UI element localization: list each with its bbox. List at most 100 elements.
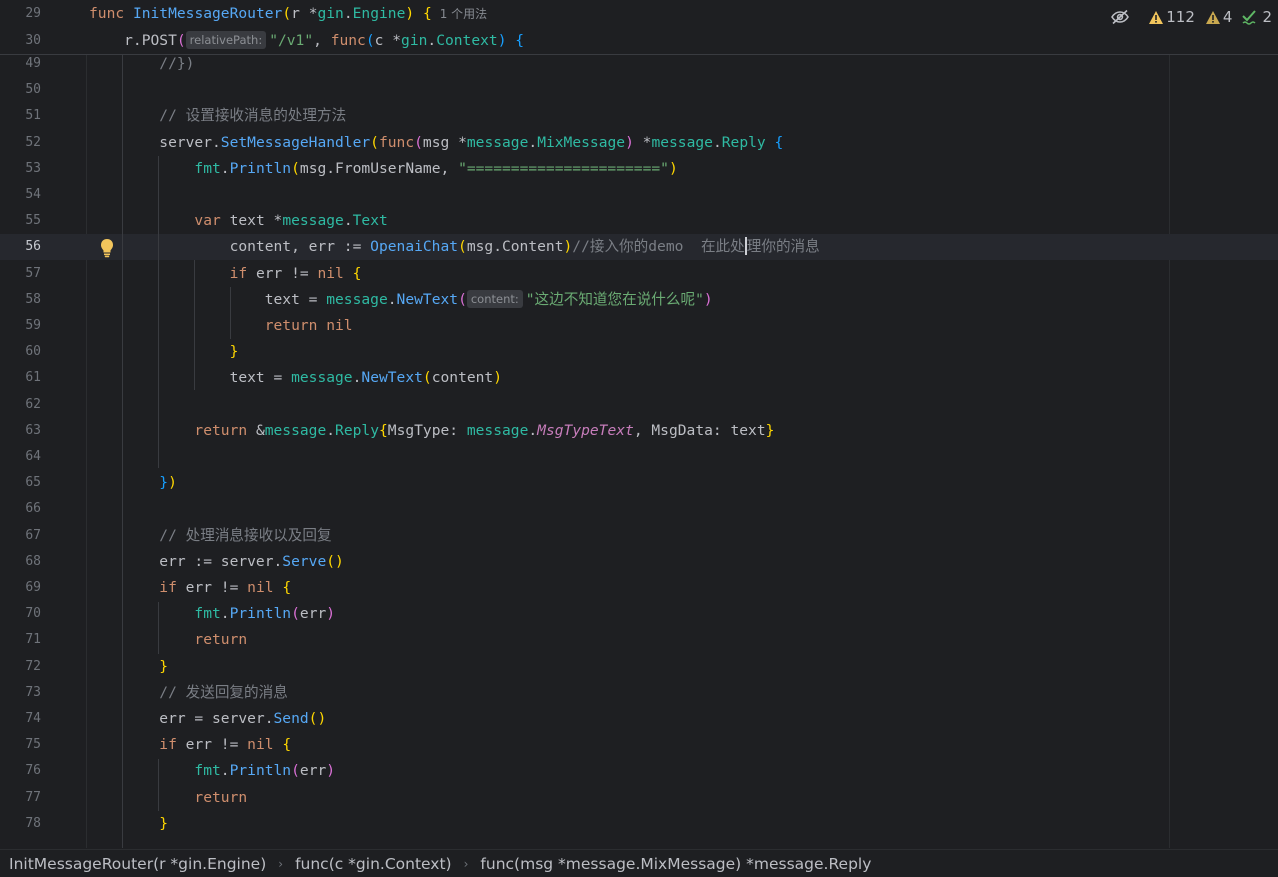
line-number[interactable]: 65 <box>0 470 41 496</box>
breadcrumb-item-init-router[interactable]: InitMessageRouter(r *gin.Engine) <box>9 855 266 873</box>
code-line-61[interactable]: 61 text = message.NewText(content) <box>0 365 1278 391</box>
line-number[interactable]: 62 <box>0 392 41 418</box>
weak-warnings-indicator[interactable]: 4 <box>1205 8 1232 26</box>
line-number[interactable]: 59 <box>0 313 41 339</box>
line-number[interactable]: 60 <box>0 339 41 365</box>
code-text[interactable]: func InitMessageRouter(r *gin.Engine) {1… <box>89 1 487 27</box>
line-number[interactable]: 52 <box>0 130 41 156</box>
line-number[interactable]: 70 <box>0 601 41 627</box>
code-token: nil <box>326 317 353 334</box>
code-token: . <box>712 133 722 151</box>
code-editor[interactable]: 29 func InitMessageRouter(r *gin.Engine) … <box>0 0 1278 877</box>
code-text[interactable]: } <box>89 811 168 837</box>
breadcrumb-item-func-context[interactable]: func(c *gin.Context) <box>295 855 452 873</box>
code-line-78[interactable]: 78 } <box>0 811 1278 837</box>
code-text[interactable]: }) <box>89 470 177 496</box>
code-text[interactable]: if err != nil { <box>89 732 291 758</box>
line-number[interactable]: 66 <box>0 496 41 522</box>
code-line-52[interactable]: 52 server.SetMessageHandler(func(msg *me… <box>0 130 1278 156</box>
line-number[interactable]: 71 <box>0 627 41 653</box>
code-text[interactable]: return nil <box>89 313 353 339</box>
code-line-73[interactable]: 73 // 发送回复的消息 <box>0 680 1278 706</box>
breadcrumb-item-func-message-handler[interactable]: func(msg *message.MixMessage) *message.R… <box>480 855 871 873</box>
code-line-55[interactable]: 55 var text *message.Text <box>0 208 1278 234</box>
code-text[interactable]: text = message.NewText(content: "这边不知道您在说… <box>89 287 713 313</box>
typos-indicator[interactable]: 2 <box>1242 8 1272 26</box>
line-number[interactable]: 72 <box>0 654 41 680</box>
usages-inlay[interactable]: 1 个用法 <box>440 7 487 21</box>
code-text[interactable]: server.SetMessageHandler(func(msg *messa… <box>89 130 783 156</box>
line-number[interactable]: 61 <box>0 365 41 391</box>
code-line-29[interactable]: 29 func InitMessageRouter(r *gin.Engine) … <box>0 1 1278 27</box>
line-number[interactable]: 58 <box>0 287 41 313</box>
code-token: server. <box>89 133 221 151</box>
code-line-59[interactable]: 59 return nil <box>0 313 1278 339</box>
line-number[interactable]: 69 <box>0 575 41 601</box>
code-line-67[interactable]: 67 // 处理消息接收以及回复 <box>0 523 1278 549</box>
line-number[interactable]: 56 <box>0 234 41 260</box>
code-line-68[interactable]: 68 err := server.Serve() <box>0 549 1278 575</box>
code-line-50[interactable]: 50 <box>0 77 1278 103</box>
code-text[interactable]: } <box>89 339 239 365</box>
code-text[interactable]: return &message.Reply{MsgType: message.M… <box>89 418 774 444</box>
inspection-widget[interactable]: 112 4 2 <box>1104 5 1278 29</box>
line-number[interactable]: 50 <box>0 77 41 103</box>
warnings-indicator[interactable]: 112 <box>1148 8 1195 26</box>
code-line-56[interactable]: 56 content, err := OpenaiChat(msg.Conten… <box>0 234 1278 261</box>
code-line-62[interactable]: 62 <box>0 392 1278 418</box>
code-text[interactable]: fmt.Println(msg.FromUserName, "=========… <box>89 156 677 182</box>
lightbulb-icon[interactable] <box>99 238 115 258</box>
code-text[interactable]: } <box>89 654 168 680</box>
line-number[interactable]: 54 <box>0 182 41 208</box>
code-line-54[interactable]: 54 <box>0 182 1278 208</box>
line-number[interactable]: 63 <box>0 418 41 444</box>
line-number[interactable]: 73 <box>0 680 41 706</box>
code-line-66[interactable]: 66 <box>0 496 1278 522</box>
code-text[interactable]: text = message.NewText(content) <box>89 365 502 391</box>
line-number[interactable]: 68 <box>0 549 41 575</box>
code-line-76[interactable]: 76 fmt.Println(err) <box>0 758 1278 784</box>
line-number[interactable]: 57 <box>0 261 41 287</box>
code-line-75[interactable]: 75 if err != nil { <box>0 732 1278 758</box>
code-line-64[interactable]: 64 <box>0 444 1278 470</box>
line-number[interactable]: 76 <box>0 758 41 784</box>
code-text[interactable]: var text *message.Text <box>89 208 387 234</box>
code-line-60[interactable]: 60 } <box>0 339 1278 365</box>
code-text[interactable]: fmt.Println(err) <box>89 758 335 784</box>
code-token: func <box>330 32 366 49</box>
code-line-70[interactable]: 70 fmt.Println(err) <box>0 601 1278 627</box>
line-number[interactable]: 64 <box>0 444 41 470</box>
line-number[interactable]: 78 <box>0 811 41 837</box>
code-text[interactable]: err = server.Send() <box>89 706 326 732</box>
line-number[interactable]: 55 <box>0 208 41 234</box>
code-line-57[interactable]: 57 if err != nil { <box>0 261 1278 287</box>
code-text[interactable]: if err != nil { <box>89 261 362 287</box>
code-line-58[interactable]: 58 text = message.NewText(content: "这边不知道… <box>0 287 1278 313</box>
line-number[interactable]: 77 <box>0 785 41 811</box>
code-text[interactable]: // 发送回复的消息 <box>89 680 288 706</box>
code-text[interactable]: err := server.Serve() <box>89 549 344 575</box>
code-line-71[interactable]: 71 return <box>0 627 1278 653</box>
code-text[interactable]: // 处理消息接收以及回复 <box>89 523 331 549</box>
line-number[interactable]: 53 <box>0 156 41 182</box>
code-text[interactable]: // 设置接收消息的处理方法 <box>89 103 346 129</box>
code-line-69[interactable]: 69 if err != nil { <box>0 575 1278 601</box>
code-line-74[interactable]: 74 err = server.Send() <box>0 706 1278 732</box>
line-number[interactable]: 75 <box>0 732 41 758</box>
code-text[interactable]: content, err := OpenaiChat(msg.Content)/… <box>89 234 820 260</box>
code-text[interactable]: return <box>89 627 247 653</box>
code-line-77[interactable]: 77 return <box>0 785 1278 811</box>
line-number[interactable]: 29 <box>0 1 41 27</box>
code-text[interactable]: return <box>89 785 247 811</box>
code-line-65[interactable]: 65 }) <box>0 470 1278 496</box>
code-line-53[interactable]: 53 fmt.Println(msg.FromUserName, "======… <box>0 156 1278 182</box>
line-number[interactable]: 51 <box>0 103 41 129</box>
code-text[interactable]: fmt.Println(err) <box>89 601 335 627</box>
line-number[interactable]: 67 <box>0 523 41 549</box>
code-text[interactable]: if err != nil { <box>89 575 291 601</box>
line-number[interactable]: 74 <box>0 706 41 732</box>
code-line-72[interactable]: 72 } <box>0 654 1278 680</box>
code-line-51[interactable]: 51 // 设置接收消息的处理方法 <box>0 103 1278 129</box>
reader-mode-icon[interactable] <box>1110 9 1130 25</box>
code-line-63[interactable]: 63 return &message.Reply{MsgType: messag… <box>0 418 1278 444</box>
